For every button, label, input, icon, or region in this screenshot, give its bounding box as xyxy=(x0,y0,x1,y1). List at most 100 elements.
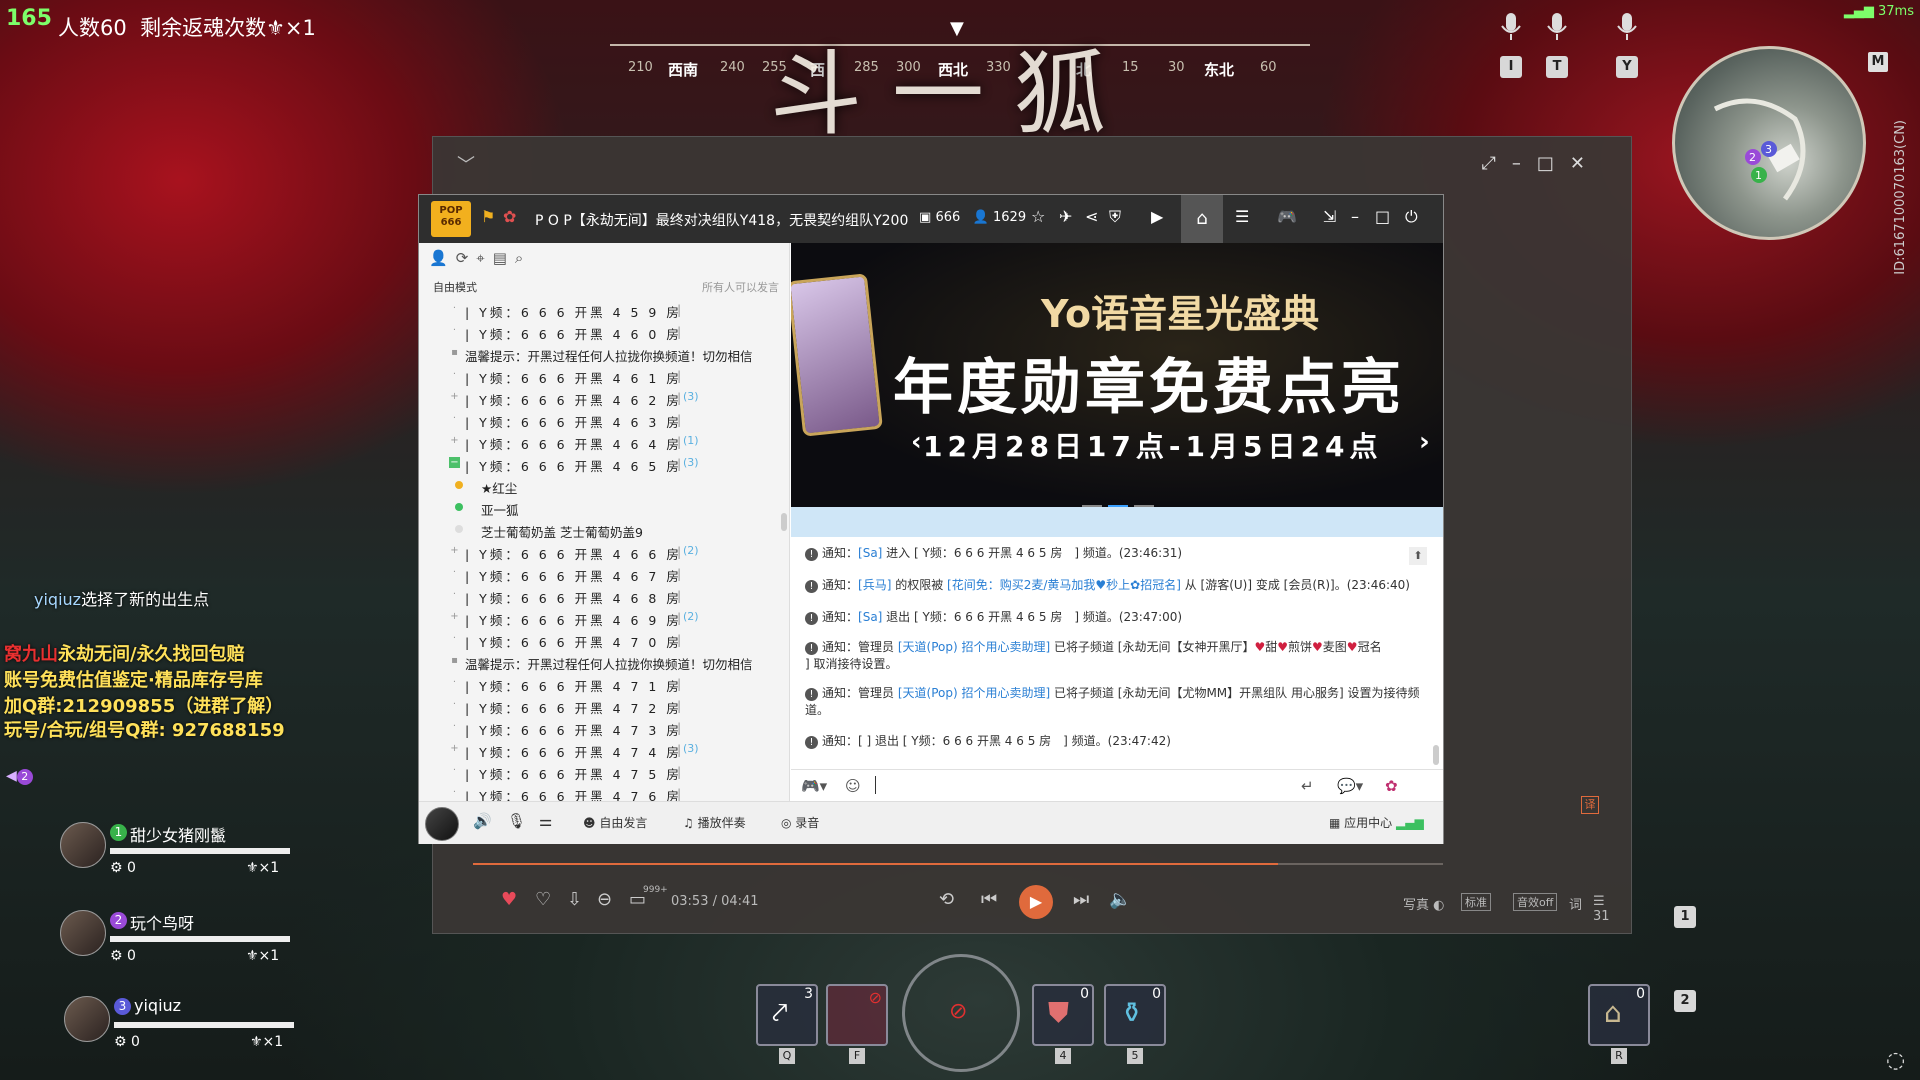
channel-item[interactable]: + | Y频：6 6 6 开黑 4 6 2 房 | (3) xyxy=(419,387,781,409)
speaker-icon[interactable]: 🔊 xyxy=(473,812,492,830)
expand-icon[interactable]: · xyxy=(449,589,460,600)
minimize-icon[interactable]: – xyxy=(1351,207,1359,226)
channel-member[interactable]: 亚一狐 xyxy=(419,497,781,519)
list-icon[interactable]: ☰ xyxy=(1235,207,1249,226)
scrollbar[interactable] xyxy=(1433,745,1439,765)
message-input[interactable] xyxy=(875,776,876,794)
record-button[interactable]: ◎ 录音 xyxy=(781,814,819,831)
expand-icon[interactable]: ▪ xyxy=(449,655,460,666)
maximize-icon[interactable]: □ xyxy=(1375,207,1390,226)
weapon-slot-2[interactable]: 2 xyxy=(1674,990,1696,1012)
gift-icon[interactable]: ✿ xyxy=(1385,777,1398,795)
channel-item[interactable]: · | Y频：6 6 6 开黑 4 7 1 房 | xyxy=(419,673,781,695)
channel-item[interactable]: + | Y频：6 6 6 开黑 4 7 4 房 | (3) xyxy=(419,739,781,761)
expand-icon[interactable]: + xyxy=(449,611,460,622)
scroll-top-icon[interactable]: ⬆ xyxy=(1409,547,1427,565)
send-icon[interactable]: ↵ xyxy=(1301,777,1314,795)
minimize-icon[interactable]: – xyxy=(1512,153,1537,174)
shield-icon[interactable]: ⛨ xyxy=(1109,207,1121,227)
settings-icon[interactable]: ◌ xyxy=(1886,1048,1905,1073)
collapse-icon[interactable]: ﹀ xyxy=(457,151,475,177)
expand-icon[interactable]: · xyxy=(449,325,460,336)
skill-slot-q[interactable]: 3 ⤤ Q xyxy=(756,984,818,1064)
channel-item[interactable]: · | Y频：6 6 6 开黑 4 6 1 房 | xyxy=(419,365,781,387)
expand-icon[interactable]: · xyxy=(449,303,460,314)
expand-icon[interactable]: · xyxy=(449,765,460,776)
close-icon[interactable]: ✕ xyxy=(1570,153,1601,174)
progress-bar[interactable] xyxy=(473,863,1443,865)
search-icon[interactable]: ⌕ xyxy=(515,249,531,267)
expand-icon[interactable]: ▪ xyxy=(449,347,460,358)
volume-icon[interactable]: 🔈 xyxy=(1109,889,1131,910)
quality-select[interactable]: 标准 xyxy=(1461,893,1491,911)
prev-icon[interactable]: ⏮ xyxy=(981,889,997,910)
expand-icon[interactable]: + xyxy=(449,545,460,556)
share-icon[interactable]: ⋖ xyxy=(1085,207,1098,226)
channel-item[interactable]: + | Y频：6 6 6 开黑 4 6 6 房 | (2) xyxy=(419,541,781,563)
expand-icon[interactable]: · xyxy=(449,567,460,578)
channel-item[interactable]: · | Y频：6 6 6 开黑 4 7 2 房 | xyxy=(419,695,781,717)
expand-icon[interactable]: · xyxy=(449,413,460,424)
channel-member[interactable]: 芝士葡萄奶盖 芝士葡萄奶盖9 xyxy=(419,519,781,541)
channel-item[interactable]: · | Y频：6 6 6 开黑 4 6 3 房 | xyxy=(419,409,781,431)
repeat-icon[interactable]: ⟲ xyxy=(939,889,954,910)
fullscreen-icon[interactable]: ⤢ xyxy=(1481,153,1511,174)
play-button[interactable]: ▶ xyxy=(1019,885,1053,919)
expand-icon[interactable]: · xyxy=(449,699,460,710)
weapon-wheel[interactable]: ⊘ xyxy=(902,954,1020,1072)
expand-icon[interactable]: · xyxy=(449,677,460,688)
expand-icon[interactable]: · xyxy=(449,633,460,644)
expand-icon[interactable]: · xyxy=(449,787,460,798)
expand-icon[interactable]: · xyxy=(449,721,460,732)
expand-icon[interactable]: + xyxy=(449,743,460,754)
expand-icon[interactable]: − xyxy=(449,457,460,468)
home-icon[interactable]: ⌂ xyxy=(1181,195,1223,243)
all-mic-icon[interactable] xyxy=(1610,10,1644,44)
channel-item[interactable]: · | Y频：6 6 6 开黑 4 7 0 房 | xyxy=(419,629,781,651)
app-center-button[interactable]: ▦ 应用中心 ▂▄▆ xyxy=(1329,814,1424,831)
effect-toggle[interactable]: 音效off xyxy=(1513,893,1558,911)
mic-icon[interactable]: 🎙 xyxy=(507,812,526,830)
weapon-slot-1[interactable]: 1 xyxy=(1674,906,1696,928)
notes-icon[interactable]: ▤ xyxy=(493,249,515,267)
lyrics-button[interactable]: 词 xyxy=(1569,894,1582,913)
download-icon[interactable]: ⇲ xyxy=(1323,207,1336,226)
accompany-button[interactable]: ♫ 播放伴奏 xyxy=(683,814,746,831)
banner-prev-icon[interactable]: ‹ xyxy=(911,427,922,457)
video-icon[interactable]: ▶ xyxy=(1151,207,1163,226)
channel-item[interactable]: · | Y频：6 6 6 开黑 4 6 7 房 | xyxy=(419,563,781,585)
item-slot-5[interactable]: 0 ⚱ 5 xyxy=(1104,984,1166,1064)
emoji-icon[interactable]: ☺ xyxy=(845,777,861,795)
team-voice-icon[interactable] xyxy=(1494,10,1528,44)
equalizer-icon[interactable]: ⚌ xyxy=(539,812,552,830)
bubble-icon[interactable]: 💬▾ xyxy=(1337,777,1363,795)
star-icon[interactable]: ☆ xyxy=(1031,207,1045,226)
channel-item[interactable]: · | Y频：6 6 6 开黑 4 7 3 房 | xyxy=(419,717,781,739)
banner-next-icon[interactable]: › xyxy=(1419,427,1430,457)
gamepad-icon[interactable]: 🎮 xyxy=(1277,207,1297,226)
user-icon[interactable]: 👤 xyxy=(429,249,456,267)
minimap[interactable]: 2 3 1 xyxy=(1672,46,1866,240)
game-icon[interactable]: 🎮▾ xyxy=(801,777,827,795)
channel-item[interactable]: · | Y频：6 6 6 开黑 4 5 9 房 | xyxy=(419,299,781,321)
playlist-button[interactable]: ☰ 31 xyxy=(1593,894,1610,924)
event-banner[interactable]: Yo语音星光盛典 年度勋章免费点亮 ‹ 12月28日17点-1月5日24点 › xyxy=(791,243,1443,507)
like-icon[interactable]: ♥ xyxy=(501,889,517,910)
banner-pager[interactable] xyxy=(1079,493,1157,507)
location-icon[interactable]: ⌖ xyxy=(476,249,492,267)
expand-icon[interactable]: + xyxy=(449,435,460,446)
item-slot-r[interactable]: 0 ⌂ R xyxy=(1588,984,1650,1064)
fly-icon[interactable]: ✈ xyxy=(1059,207,1072,226)
refresh-icon[interactable]: ⟳ xyxy=(456,249,477,267)
expand-icon[interactable]: + xyxy=(449,391,460,402)
channel-tip[interactable]: ▪ 温馨提示：开黑过程任何人拉拢你换频道！切勿相信 xyxy=(419,343,781,365)
team-mic-icon[interactable] xyxy=(1540,10,1574,44)
channel-item[interactable]: · | Y频：6 6 6 开黑 4 6 8 房 | xyxy=(419,585,781,607)
realistic-toggle[interactable]: 写真 ◐ xyxy=(1403,894,1445,913)
channel-member[interactable]: ★红尘 xyxy=(419,475,781,497)
channel-item[interactable]: + | Y频：6 6 6 开黑 4 6 9 房 | (2) xyxy=(419,607,781,629)
item-slot-4[interactable]: 0 ⛊ 4 xyxy=(1032,984,1094,1064)
channel-item[interactable]: · | Y频：6 6 6 开黑 4 7 5 房 | xyxy=(419,761,781,783)
download-icon[interactable]: ⇩ xyxy=(567,889,582,910)
more-icon[interactable]: ⊖ xyxy=(597,889,612,910)
